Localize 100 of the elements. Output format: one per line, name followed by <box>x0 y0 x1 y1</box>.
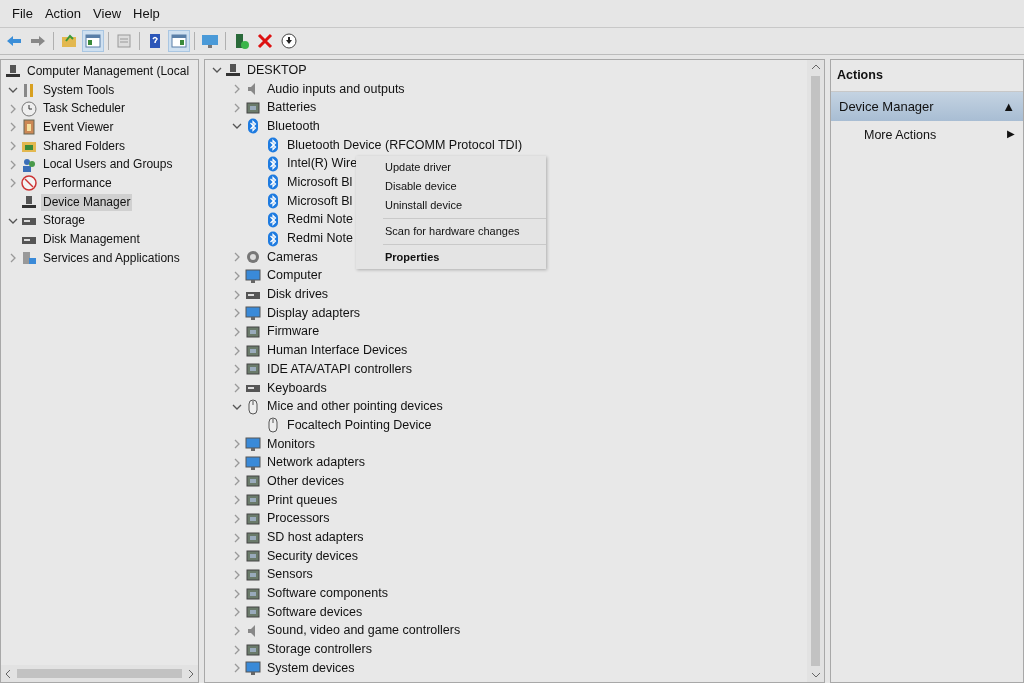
action-section[interactable]: Device Manager ▲ <box>831 91 1023 122</box>
menu-item[interactable]: Scan for hardware changes <box>356 222 546 241</box>
menu-item[interactable]: Uninstall device <box>356 196 546 215</box>
tree-item[interactable]: Performance <box>41 174 114 192</box>
tree-item[interactable]: Device Manager <box>41 193 133 211</box>
tree-item[interactable]: Disk Management <box>41 231 142 249</box>
tree-item[interactable]: System Tools <box>41 81 117 99</box>
tree-item[interactable]: Software components <box>265 585 390 603</box>
folder-icon <box>60 32 78 50</box>
monitor-icon <box>245 454 261 471</box>
tree-item[interactable]: Firmware <box>265 323 322 341</box>
console-tree-icon <box>84 32 102 50</box>
chip-icon <box>245 604 261 621</box>
computer-icon <box>21 194 37 211</box>
tree-item[interactable]: Microsoft Bl <box>285 192 355 210</box>
monitor-icon <box>245 660 261 677</box>
tree-item[interactable]: Audio inputs and outputs <box>265 80 407 98</box>
menu-item[interactable]: File <box>6 1 39 26</box>
tree-item[interactable]: Other devices <box>265 472 347 490</box>
tree-item[interactable]: Shared Folders <box>41 137 128 155</box>
tree-item[interactable]: Software devices <box>265 603 365 621</box>
tree-item[interactable]: Batteries <box>265 99 319 117</box>
tree-item[interactable]: Cameras <box>265 248 320 266</box>
action-label: More Actions <box>864 127 937 145</box>
services-icon <box>21 250 37 267</box>
tree-item[interactable]: Local Users and Groups <box>41 156 175 174</box>
tree-item[interactable]: Bluetooth <box>265 117 322 135</box>
chip-icon <box>245 361 261 378</box>
menu-item[interactable]: Action <box>38 1 88 26</box>
collapse-arrow[interactable]: ▲ <box>1002 96 1015 117</box>
chip-icon <box>245 342 261 359</box>
tree-item[interactable]: Task Scheduler <box>41 100 128 118</box>
tree-item[interactable]: Bluetooth Device (RFCOMM Protocol TDI) <box>285 136 525 154</box>
tree-item[interactable]: Redmi Note <box>285 211 355 229</box>
tree-item[interactable]: Network adapters <box>265 454 367 472</box>
tree-item[interactable]: Computer Management (Local <box>25 62 192 80</box>
chip-icon <box>245 473 261 490</box>
action-pane-icon <box>170 32 188 50</box>
chip-icon <box>245 99 261 116</box>
tree-item[interactable]: Sensors <box>265 566 315 584</box>
tree-item[interactable]: DESKTOP <box>245 61 309 79</box>
action-item[interactable]: More Actions ▶ <box>831 121 1023 150</box>
tree-item[interactable]: Computer <box>265 267 324 285</box>
tree-item[interactable]: Storage controllers <box>265 641 374 659</box>
menu-item[interactable]: Disable device <box>356 177 546 196</box>
chip-icon <box>245 585 261 602</box>
delete-icon <box>256 32 274 50</box>
tree-item[interactable]: Storage <box>41 212 88 230</box>
chip-icon <box>245 510 261 527</box>
tree-item[interactable]: Services and Applications <box>41 249 182 267</box>
tree-item[interactable]: Human Interface Devices <box>265 342 410 360</box>
scrollbar-thumb[interactable] <box>17 669 182 678</box>
log-icon <box>21 119 37 136</box>
monitor-icon <box>245 305 261 322</box>
tree-item[interactable]: Print queues <box>265 491 340 509</box>
tree-item[interactable]: Sound, video and game controllers <box>265 622 463 640</box>
clock-icon <box>21 100 37 117</box>
pane-title: Actions <box>831 60 1023 92</box>
tree-item[interactable]: Disk drives <box>265 286 331 304</box>
bluetooth-icon <box>265 230 281 247</box>
tree-item[interactable]: Monitors <box>265 435 317 453</box>
tree-item[interactable]: Security devices <box>265 547 360 565</box>
gauge-icon <box>21 175 37 192</box>
tree-item[interactable]: Event Viewer <box>41 118 116 136</box>
tree-item[interactable]: IDE ATA/ATAPI controllers <box>265 360 414 378</box>
tree-item[interactable]: Keyboards <box>265 379 329 397</box>
tree-item[interactable]: Redmi Note <box>285 230 355 248</box>
bluetooth-icon <box>265 193 281 210</box>
bluetooth-icon <box>265 211 281 228</box>
tree-item[interactable]: System devices <box>265 659 357 677</box>
camera-icon <box>245 249 261 266</box>
tree-item[interactable]: Microsoft Bl <box>285 173 355 191</box>
menu-item[interactable]: View <box>87 1 128 26</box>
users-icon <box>21 156 37 173</box>
bluetooth-icon <box>265 137 281 154</box>
submenu-arrow: ▶ <box>1007 127 1015 142</box>
computer-icon <box>5 63 21 80</box>
toolbar-button[interactable] <box>278 30 300 52</box>
monitor-icon <box>201 32 219 50</box>
monitor-icon <box>245 267 261 284</box>
bluetooth-icon <box>265 174 281 191</box>
chip-icon <box>245 529 261 546</box>
tree-item[interactable]: Mice and other pointing devices <box>265 398 445 416</box>
computer-icon <box>225 62 241 79</box>
section-label: Device Manager <box>839 97 934 116</box>
chip-icon <box>245 641 261 658</box>
scrollbar-thumb[interactable] <box>811 76 820 666</box>
tree-item[interactable]: Display adapters <box>265 304 363 322</box>
menu-item[interactable]: Help <box>127 1 166 26</box>
chip-icon <box>245 323 261 340</box>
download-icon <box>280 32 298 50</box>
tree-item[interactable]: Focaltech Pointing Device <box>285 416 434 434</box>
bluetooth-icon <box>245 118 261 135</box>
bluetooth-icon <box>265 155 281 172</box>
tree-item[interactable]: Processors <box>265 510 332 528</box>
export-list-icon <box>115 32 133 50</box>
monitor-icon <box>245 436 261 453</box>
tree-item[interactable]: SD host adapters <box>265 529 366 547</box>
chip-icon <box>245 566 261 583</box>
menu-item[interactable]: Properties <box>356 248 546 267</box>
